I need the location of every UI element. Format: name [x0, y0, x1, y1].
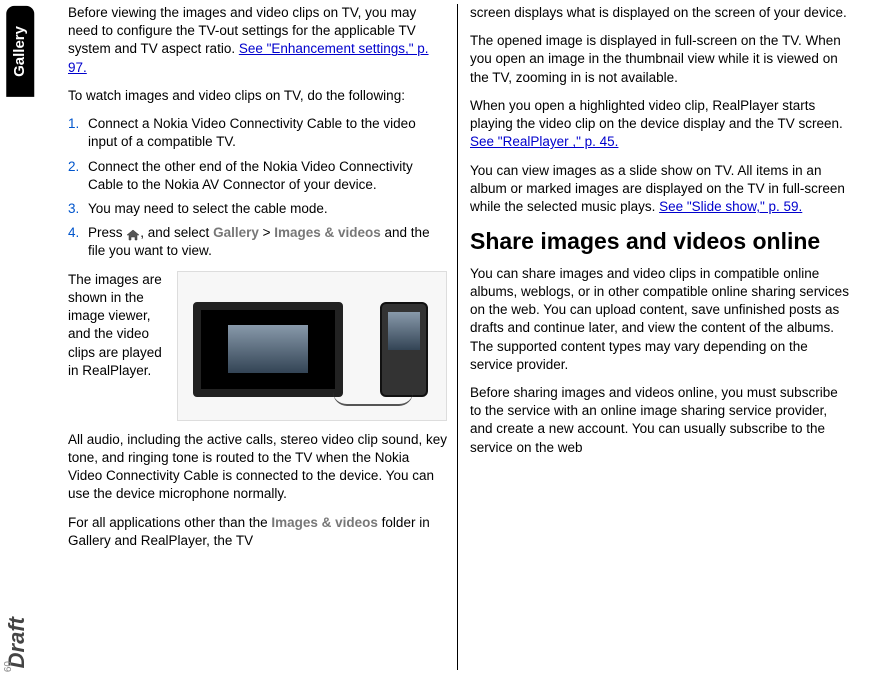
step-number: 2.	[68, 158, 79, 176]
step-item: 3. You may need to select the cable mode.	[68, 200, 447, 218]
slideshow-link[interactable]: See "Slide show," p. 59.	[659, 199, 802, 214]
step-text: You may need to select the cable mode.	[88, 201, 328, 216]
step-number: 4.	[68, 224, 79, 242]
section-tab: Gallery	[6, 6, 34, 97]
intro-paragraph: Before viewing the images and video clip…	[68, 4, 447, 77]
image-viewer-paragraph: The images are shown in the image viewer…	[68, 271, 447, 421]
steps-list: 1. Connect a Nokia Video Connectivity Cab…	[68, 115, 447, 261]
right-column: screen displays what is displayed on the…	[457, 4, 859, 670]
continuation-paragraph: screen displays what is displayed on the…	[470, 4, 849, 22]
step-number: 1.	[68, 115, 79, 133]
wrap-text: The images are shown in the image viewer…	[68, 271, 173, 380]
audio-routing-paragraph: All audio, including the active calls, s…	[68, 431, 447, 504]
step-item: 4. Press , and select Gallery > Images &…	[68, 224, 447, 260]
home-key-icon	[126, 228, 140, 240]
step-text: Connect a Nokia Video Connectivity Cable…	[88, 116, 416, 149]
menu-images-videos: Images & videos	[271, 515, 378, 530]
tv-icon	[193, 302, 343, 397]
content-columns: Before viewing the images and video clip…	[62, 4, 859, 670]
realplayer-link[interactable]: See "RealPlayer ," p. 45.	[470, 134, 618, 149]
step-item: 1. Connect a Nokia Video Connectivity Cab…	[68, 115, 447, 151]
tv-phone-illustration	[177, 271, 447, 421]
slideshow-paragraph: You can view images as a slide show on T…	[470, 162, 849, 217]
separator: >	[259, 225, 274, 240]
body-text: When you open a highlighted video clip, …	[470, 98, 843, 131]
body-text: For all applications other than the	[68, 515, 271, 530]
step-number: 3.	[68, 200, 79, 218]
page-number: 60	[2, 661, 16, 672]
step-text: Press	[88, 225, 126, 240]
left-column: Before viewing the images and video clip…	[62, 4, 457, 670]
cable-icon	[333, 392, 413, 406]
step-text: Connect the other end of the Nokia Video…	[88, 159, 413, 192]
fullscreen-paragraph: The opened image is displayed in full-sc…	[470, 32, 849, 87]
subscribe-paragraph: Before sharing images and videos online,…	[470, 384, 849, 457]
other-apps-paragraph: For all applications other than the Imag…	[68, 514, 447, 550]
share-online-heading: Share images and videos online	[470, 228, 849, 254]
share-intro-paragraph: You can share images and video clips in …	[470, 265, 849, 374]
realplayer-paragraph: When you open a highlighted video clip, …	[470, 97, 849, 152]
step-item: 2. Connect the other end of the Nokia Vid…	[68, 158, 447, 194]
instructions-lead: To watch images and video clips on TV, d…	[68, 87, 447, 105]
phone-icon	[380, 302, 428, 397]
step-text: , and select	[140, 225, 213, 240]
menu-gallery: Gallery	[213, 225, 259, 240]
menu-images-videos: Images & videos	[274, 225, 381, 240]
